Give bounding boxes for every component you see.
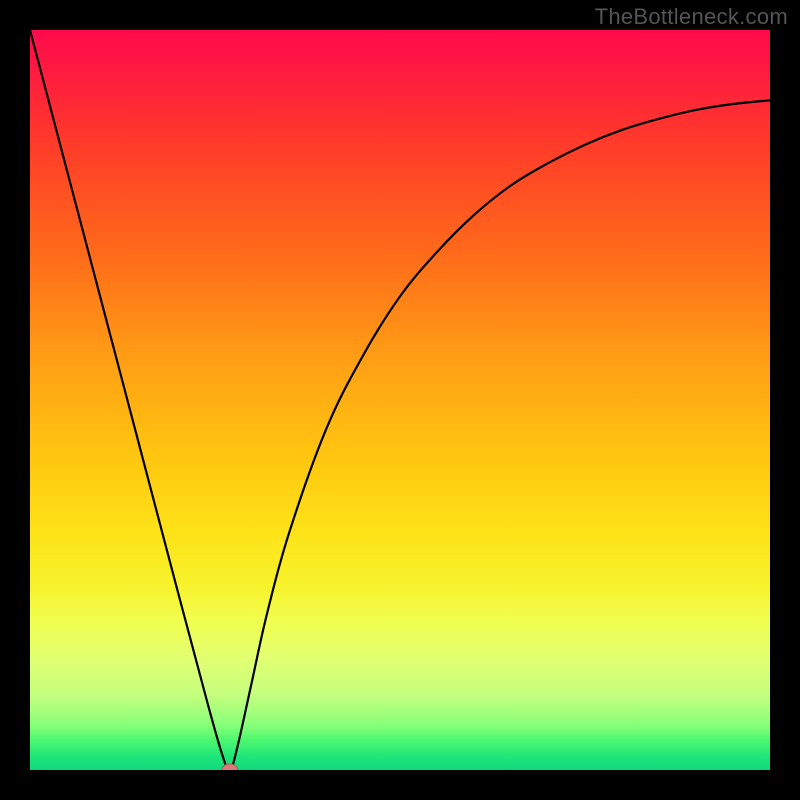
curve-svg: [30, 30, 770, 770]
plot-area: [30, 30, 770, 770]
minimum-marker: [222, 764, 238, 770]
bottleneck-curve: [30, 30, 770, 770]
watermark-text: TheBottleneck.com: [595, 4, 788, 30]
chart-frame: TheBottleneck.com: [0, 0, 800, 800]
